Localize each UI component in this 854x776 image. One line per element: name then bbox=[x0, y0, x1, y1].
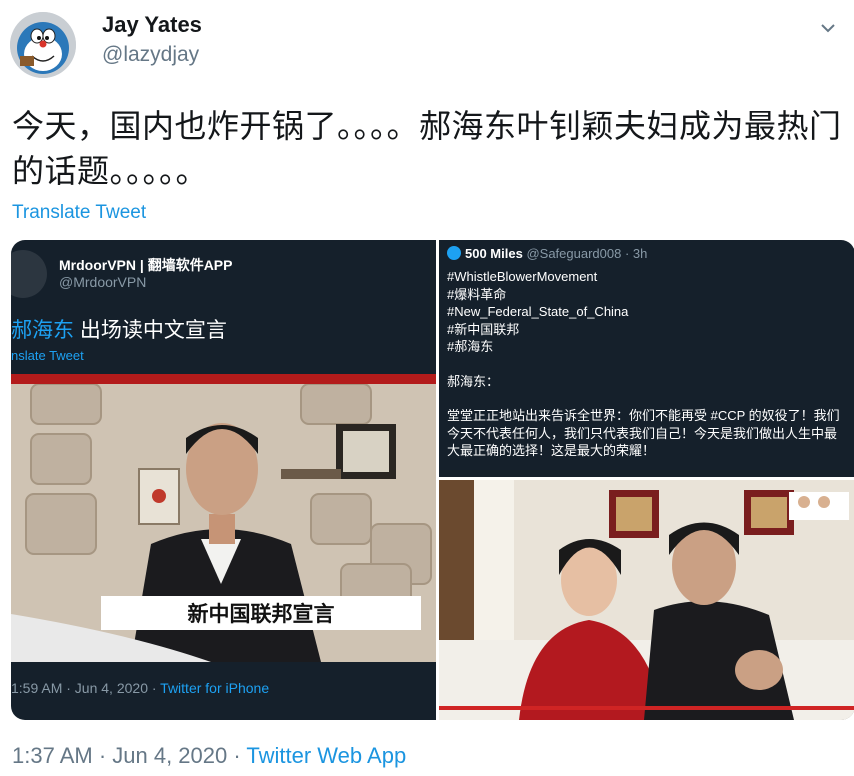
embedded-meta-source: Twitter for iPhone bbox=[160, 680, 270, 696]
tweet-source-app[interactable]: Twitter Web App bbox=[246, 743, 406, 768]
media-image-3[interactable] bbox=[439, 480, 854, 720]
embedded-highlight: 郝海东 bbox=[11, 319, 74, 342]
hashtag: #WhistleBlowerMovement bbox=[447, 269, 598, 284]
embedded-translate-link: nslate Tweet bbox=[11, 348, 84, 363]
tweet-text: 今天，国内也炸开锅了。。。。郝海东叶钊颖夫妇成为最热门的话题。。。。。 bbox=[12, 108, 842, 189]
media-image-2[interactable]: 500 Miles @Safeguard008 · 3h #WhistleBlo… bbox=[439, 240, 854, 477]
tweet-timestamp[interactable]: 1:37 AM · Jun 4, 2020 · bbox=[12, 743, 246, 768]
video-frame-man: 新中国联邦宣言 bbox=[11, 374, 436, 662]
hashtag: #新中国联邦 bbox=[447, 321, 520, 337]
embedded-meta-time: 1:59 AM · Jun 4, 2020 · bbox=[11, 680, 161, 696]
quote-text: 堂堂正正地站出来告诉全世界：你们不能再受 #CCP 的奴役了！我们今天不代表任何… bbox=[447, 408, 840, 458]
hashtag: #郝海东 bbox=[447, 339, 494, 354]
embedded-tweet-body: #WhistleBlowerMovement #爆料革命 #New_Federa… bbox=[447, 268, 847, 460]
media-image-1[interactable]: MrdoorVPN | 翻墙软件APP @MrdoorVPN 郝海东 出场读中文… bbox=[11, 240, 436, 720]
chevron-down-icon[interactable] bbox=[816, 16, 840, 40]
video-frame-couple bbox=[439, 480, 854, 720]
embedded-meta: 1:59 AM · Jun 4, 2020 · Twitter for iPho… bbox=[11, 680, 269, 696]
user-name[interactable]: Jay Yates bbox=[102, 12, 202, 38]
speaker-label: 郝海东： bbox=[447, 373, 500, 389]
profile-avatar[interactable] bbox=[10, 12, 76, 78]
globe-avatar-icon bbox=[447, 246, 461, 260]
hashtag: #New_Federal_State_of_China bbox=[447, 304, 629, 319]
tweet-media-grid: MrdoorVPN | 翻墙软件APP @MrdoorVPN 郝海东 出场读中文… bbox=[11, 240, 854, 720]
embedded-avatar bbox=[11, 250, 47, 298]
embedded-tweet-text: 郝海东 出场读中文宣言 bbox=[11, 314, 227, 344]
embedded-time-2: · 3h bbox=[624, 246, 648, 261]
embedded-text-rest: 出场读中文宣言 bbox=[74, 319, 227, 342]
embedded-author-name-2: 500 Miles bbox=[465, 246, 523, 261]
embedded-tweet-header: 500 Miles @Safeguard008 · 3h bbox=[447, 246, 647, 261]
tweet-footer: 1:37 AM · Jun 4, 2020 · Twitter Web App bbox=[12, 743, 406, 769]
translate-tweet-link[interactable]: Translate Tweet bbox=[12, 202, 146, 224]
embedded-author-handle-2: @Safeguard008 bbox=[526, 246, 622, 261]
video-caption: 新中国联邦宣言 bbox=[188, 601, 335, 626]
hashtag: #爆料革命 bbox=[447, 286, 507, 302]
embedded-author-name: MrdoorVPN | 翻墙软件APP bbox=[59, 257, 233, 273]
embedded-author-handle: @MrdoorVPN bbox=[59, 274, 147, 290]
user-handle[interactable]: @lazydjay bbox=[102, 43, 199, 67]
